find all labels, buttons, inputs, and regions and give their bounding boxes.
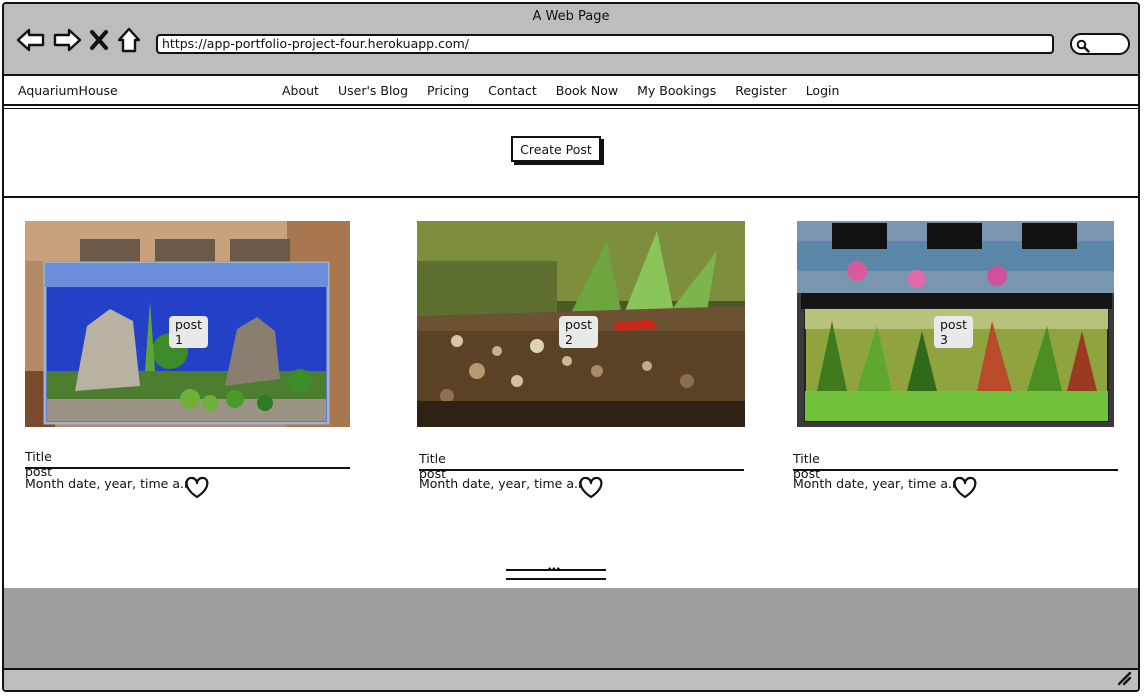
create-post-button[interactable]: Create Post: [511, 136, 601, 162]
pagination-dots[interactable]: •••: [547, 565, 561, 575]
browser-status-bar: [4, 670, 1138, 690]
forward-arrow-icon[interactable]: [52, 26, 82, 54]
post-divider: [25, 467, 350, 469]
nav-item-register[interactable]: Register: [735, 83, 786, 98]
browser-chrome: A Web Page https://app-portfolio-project…: [4, 4, 1138, 76]
site-navbar: AquariumHouse About User's Blog Pricing …: [4, 76, 1138, 106]
nav-item-pricing[interactable]: Pricing: [427, 83, 469, 98]
post-label: post 3: [934, 316, 973, 348]
browser-search-field[interactable]: [1070, 33, 1130, 55]
like-heart-icon[interactable]: [952, 476, 978, 504]
like-heart-icon[interactable]: [184, 476, 210, 504]
post-divider: [793, 469, 1118, 471]
nav-item-users-blog[interactable]: User's Blog: [338, 83, 408, 98]
pagination-line-bottom: [506, 578, 606, 580]
nav-item-book-now[interactable]: Book Now: [556, 83, 618, 98]
address-bar[interactable]: https://app-portfolio-project-four.herok…: [156, 34, 1054, 54]
hero-section: Create Post: [4, 108, 1138, 198]
nav-item-login[interactable]: Login: [806, 83, 840, 98]
post-date: Month date, year, time a.m.: [793, 476, 969, 491]
like-heart-icon[interactable]: [578, 476, 604, 504]
nav-item-my-bookings[interactable]: My Bookings: [637, 83, 716, 98]
site-footer: [4, 588, 1138, 670]
nav-item-contact[interactable]: Contact: [488, 83, 537, 98]
post-label: post 1: [169, 316, 208, 348]
post-date: Month date, year, time a.m.: [419, 476, 595, 491]
post-date: Month date, year, time a.m.: [25, 476, 201, 491]
browser-nav-buttons: [16, 26, 142, 54]
home-icon[interactable]: [116, 26, 142, 54]
pagination[interactable]: •••: [506, 565, 606, 581]
site-brand[interactable]: AquariumHouse: [18, 83, 118, 98]
post-label: post 2: [559, 316, 598, 348]
nav-item-about[interactable]: About: [282, 83, 319, 98]
back-arrow-icon[interactable]: [16, 26, 46, 54]
close-x-icon[interactable]: [88, 26, 110, 54]
resize-grip-icon[interactable]: [1116, 670, 1132, 690]
nav-menu: About User's Blog Pricing Contact Book N…: [282, 83, 839, 98]
post-divider: [419, 469, 744, 471]
window-title: A Web Page: [532, 9, 610, 24]
post-title[interactable]: Title post: [25, 449, 52, 479]
search-icon: [1076, 38, 1090, 57]
browser-window: A Web Page https://app-portfolio-project…: [2, 2, 1140, 692]
